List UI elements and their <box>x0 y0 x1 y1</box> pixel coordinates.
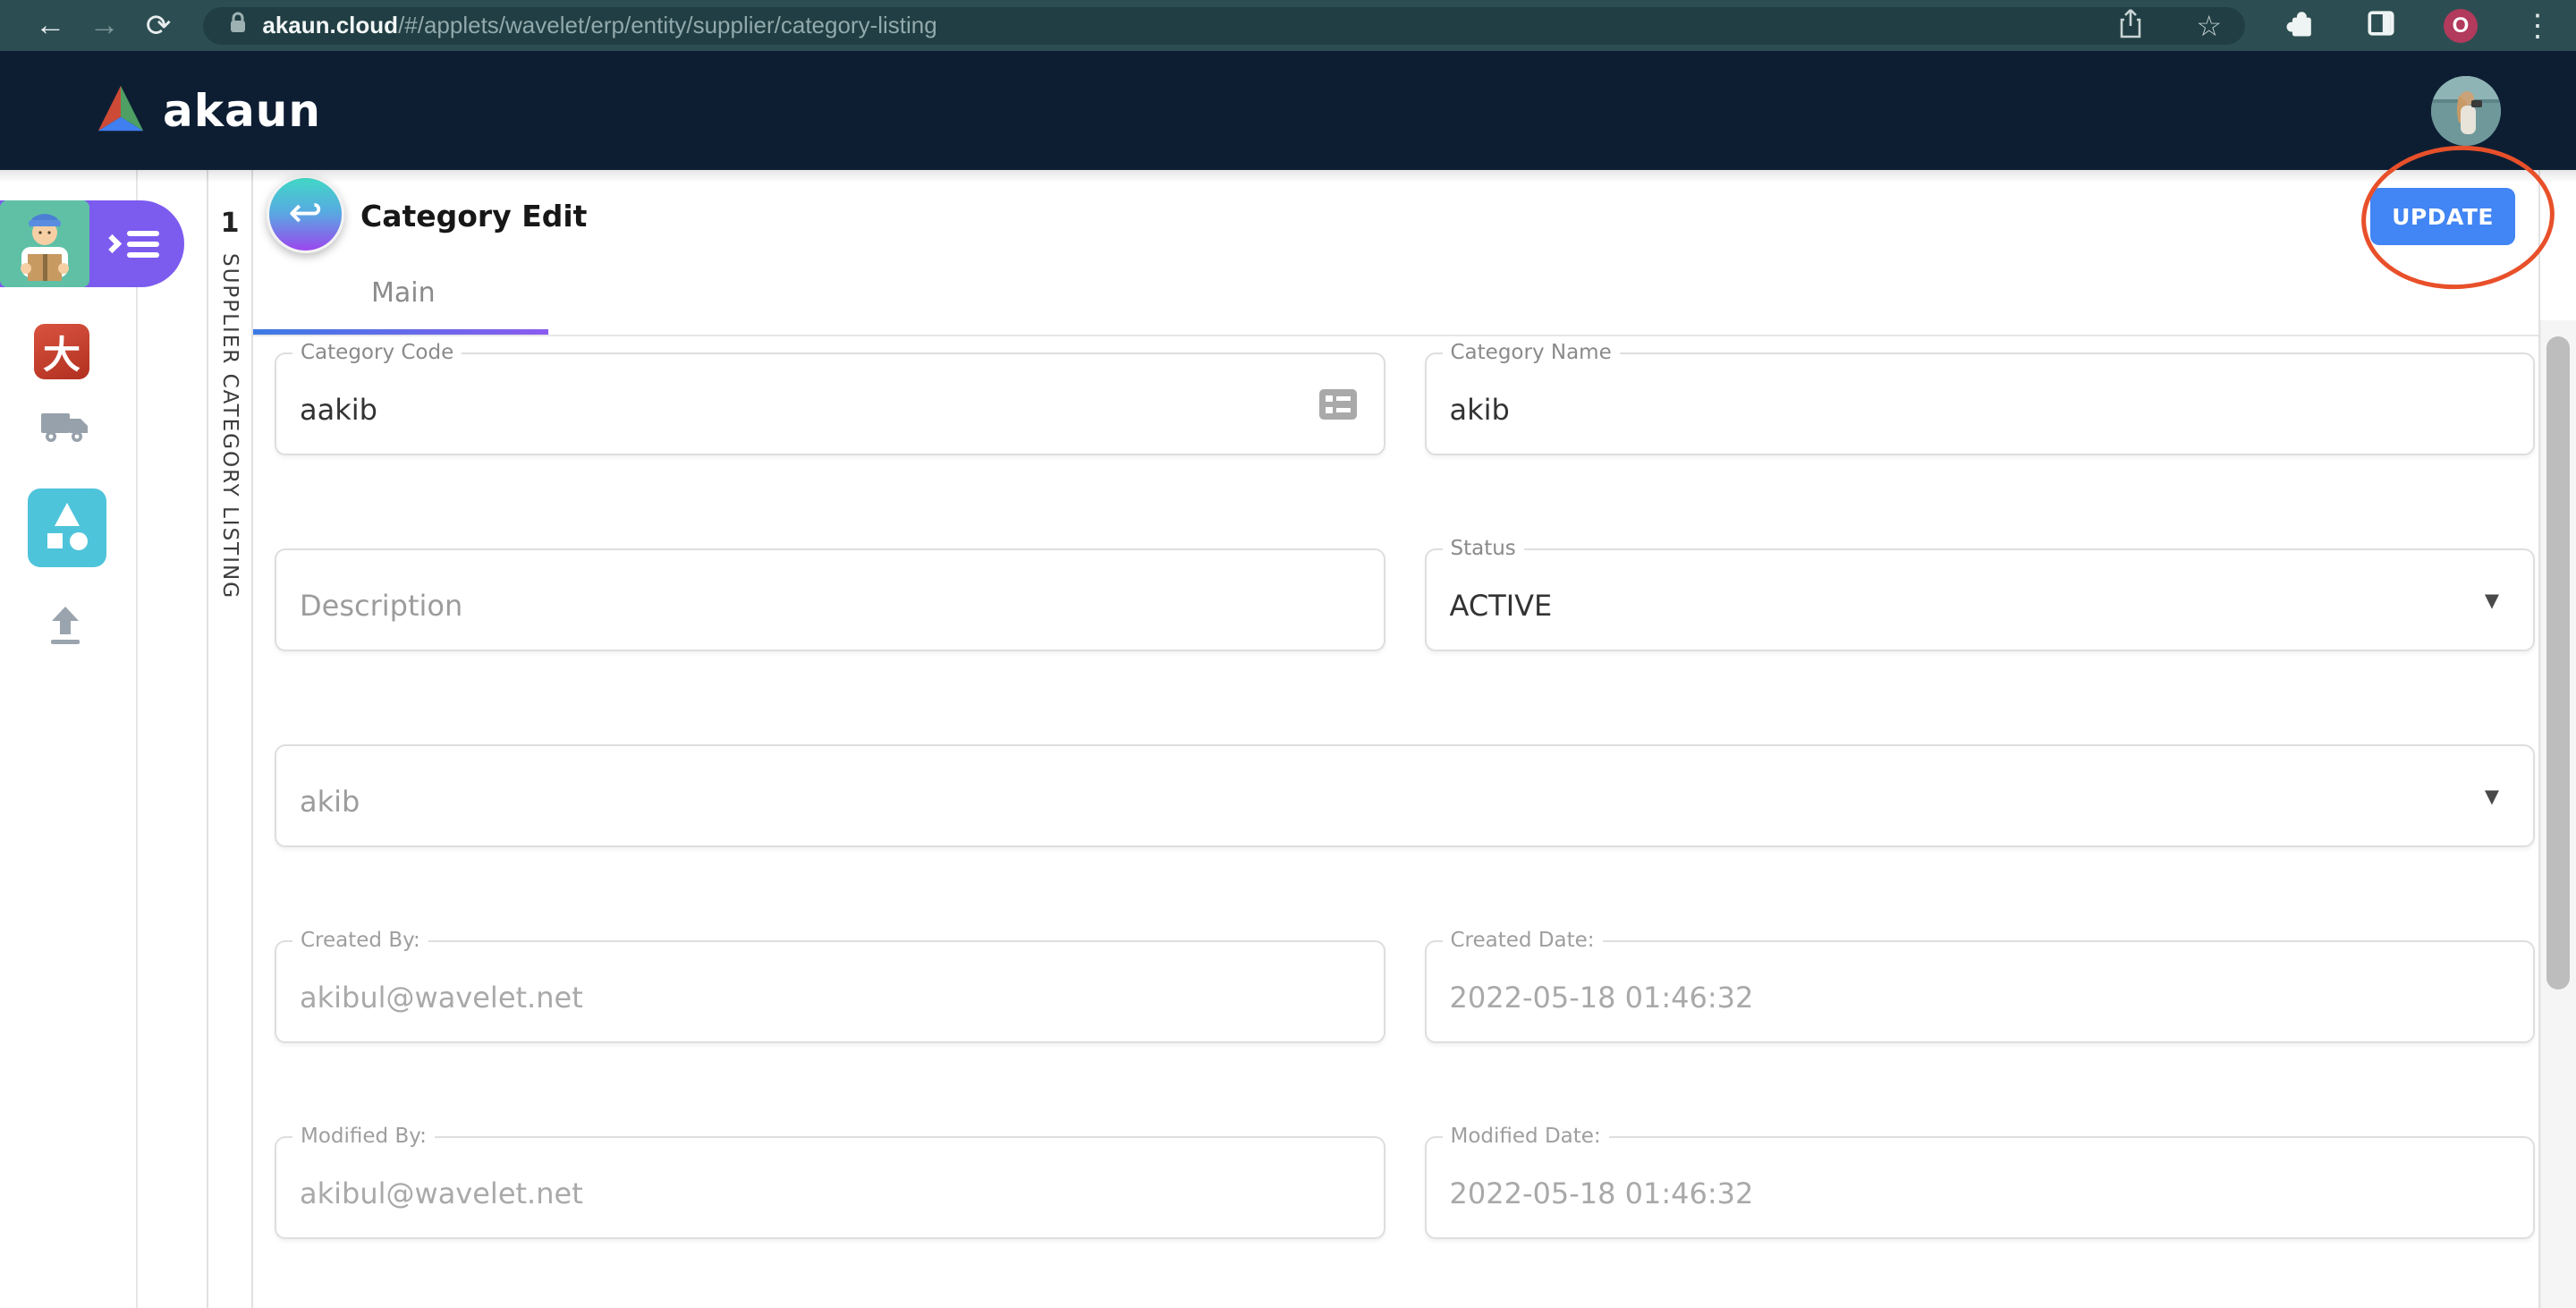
status-label: Status <box>1443 537 1524 560</box>
category-dropdown-value: akib <box>300 785 360 819</box>
chevron-down-icon: ▼ <box>2485 591 2499 610</box>
entity-app-icon-active[interactable] <box>28 488 106 567</box>
modified-by-field: Modified By: akibul@wavelet.net <box>275 1136 1385 1239</box>
brand-name: akaun <box>163 85 321 137</box>
logistics-truck-icon[interactable] <box>39 404 91 449</box>
browser-reload-button[interactable]: ⟳ <box>131 8 185 44</box>
url-path: /#/applets/wavelet/erp/entity/supplier/c… <box>398 12 937 38</box>
address-bar[interactable]: akaun.cloud/#/applets/wavelet/erp/entity… <box>203 7 2245 45</box>
description-field[interactable]: Description <box>275 548 1385 651</box>
bookmark-star-icon[interactable]: ☆ <box>2196 12 2222 40</box>
scrollbar-thumb[interactable] <box>2546 336 2570 989</box>
created-date-field: Created Date: 2022-05-18 01:46:32 <box>1425 940 2536 1043</box>
extensions-puzzle-icon[interactable] <box>2283 5 2318 46</box>
ballot-list-icon[interactable] <box>1319 389 1357 420</box>
category-code-field[interactable]: Category Code aakib <box>275 352 1385 455</box>
status-select[interactable]: Status ACTIVE ▼ <box>1425 548 2536 651</box>
created-date-label: Created Date: <box>1443 929 1603 952</box>
user-avatar[interactable] <box>2431 76 2501 146</box>
red-app-icon[interactable]: 大 <box>34 324 89 379</box>
category-name-value: akib <box>1450 393 1510 427</box>
upload-icon[interactable] <box>43 605 88 650</box>
created-date-value: 2022-05-18 01:46:32 <box>1450 981 1754 1015</box>
modified-by-label: Modified By: <box>292 1125 435 1148</box>
browser-profile-badge[interactable]: O <box>2444 9 2478 43</box>
scrollbar-column <box>2540 170 2576 1308</box>
rail-divider <box>136 170 138 1308</box>
browser-forward-button[interactable]: → <box>77 8 131 43</box>
created-by-label: Created By: <box>292 929 428 952</box>
main-area: 大 <box>0 170 2576 1308</box>
update-button[interactable]: UPDATE <box>2370 188 2515 245</box>
tab-count: 1 <box>221 208 240 239</box>
browser-back-button[interactable]: ← <box>23 8 77 43</box>
app-side-rail: 大 <box>0 170 208 1308</box>
app-root: ← → ⟳ akaun.cloud/#/applets/wavelet/erp/… <box>0 0 2576 1308</box>
url-host: akaun.cloud <box>262 12 398 38</box>
side-panel-icon[interactable] <box>2363 5 2399 46</box>
indent-menu-icon <box>106 231 159 258</box>
reply-arrow-icon: ↩ <box>288 191 323 233</box>
modified-date-label: Modified Date: <box>1443 1125 1609 1148</box>
page-back-button[interactable]: ↩ <box>267 175 344 253</box>
supplier-module-avatar[interactable] <box>0 200 89 287</box>
page-title: Category Edit <box>360 199 587 234</box>
category-name-field[interactable]: Category Name akib <box>1425 352 2536 455</box>
category-code-label: Category Code <box>292 341 462 364</box>
tab-main[interactable]: Main <box>371 277 436 309</box>
modified-date-field: Modified Date: 2022-05-18 01:46:32 <box>1425 1136 2536 1239</box>
category-dropdown[interactable]: akib ▼ <box>275 744 2535 847</box>
chevron-down-icon: ▼ <box>2485 787 2499 806</box>
created-by-field: Created By: akibul@wavelet.net <box>275 940 1385 1043</box>
category-code-value: aakib <box>300 393 377 427</box>
modified-date-value: 2022-05-18 01:46:32 <box>1450 1176 1754 1210</box>
share-icon[interactable] <box>2117 7 2144 44</box>
vertical-tab-label: SUPPLIER CATEGORY LISTING <box>218 253 242 599</box>
brand-logo[interactable]: akaun <box>93 83 321 139</box>
category-name-label: Category Name <box>1443 341 1620 364</box>
browser-menu-icon[interactable]: ⋮ <box>2522 11 2553 41</box>
status-value: ACTIVE <box>1450 589 1553 623</box>
app-header: akaun <box>0 51 2576 170</box>
created-by-value: akibul@wavelet.net <box>300 981 583 1015</box>
content-panel: ↩ Category Edit UPDATE Main Category Cod… <box>253 170 2540 1308</box>
vertical-tab-strip[interactable]: 1 SUPPLIER CATEGORY LISTING <box>208 170 253 1308</box>
description-placeholder: Description <box>300 589 462 623</box>
url-text: akaun.cloud/#/applets/wavelet/erp/entity… <box>262 12 936 39</box>
logo-triangle-icon <box>93 83 148 139</box>
modified-by-value: akibul@wavelet.net <box>300 1176 583 1210</box>
category-edit-form: Category Code aakib Category Name <box>275 352 2535 1239</box>
lock-icon <box>226 10 250 41</box>
tabs-divider <box>253 335 2538 336</box>
browser-toolbar: ← → ⟳ akaun.cloud/#/applets/wavelet/erp/… <box>0 0 2576 51</box>
